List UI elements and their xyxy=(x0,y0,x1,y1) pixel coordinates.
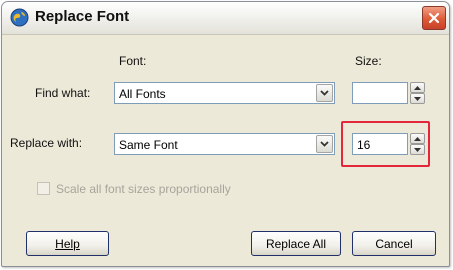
find-what-label: Find what: xyxy=(35,86,91,100)
find-size-spinner[interactable] xyxy=(410,82,425,104)
find-font-dropdown-button[interactable] xyxy=(316,84,333,102)
find-font-value: All Fonts xyxy=(119,87,166,101)
font-column-header: Font: xyxy=(119,54,147,68)
help-button-label: Help xyxy=(55,236,80,251)
title-bar[interactable]: Replace Font xyxy=(2,2,449,35)
app-globe-icon xyxy=(10,8,29,27)
spin-up-icon xyxy=(414,85,421,90)
cancel-button-label: Cancel xyxy=(375,236,413,251)
chevron-down-icon xyxy=(320,141,329,147)
replace-font-dropdown-button[interactable] xyxy=(316,135,333,153)
size-highlight-annotation xyxy=(341,121,430,167)
find-font-select[interactable]: All Fonts xyxy=(114,82,335,104)
replace-font-dialog: Replace Font Font: Size: Find what: All … xyxy=(1,1,450,267)
find-size-down-button[interactable] xyxy=(410,93,425,104)
find-size-input[interactable] xyxy=(352,82,408,104)
close-icon xyxy=(428,12,440,24)
close-button[interactable] xyxy=(422,6,446,30)
replace-all-button[interactable]: Replace All xyxy=(251,231,341,256)
size-column-header: Size: xyxy=(355,54,382,68)
replace-with-label: Replace with: xyxy=(10,136,83,150)
scale-sizes-label: Scale all font sizes proportionally xyxy=(56,182,231,196)
spin-down-icon xyxy=(414,96,421,101)
replace-font-select[interactable]: Same Font xyxy=(114,133,335,155)
chevron-down-icon xyxy=(320,90,329,96)
replace-font-value: Same Font xyxy=(119,138,178,152)
dialog-title: Replace Font xyxy=(35,8,130,25)
replace-all-button-label: Replace All xyxy=(265,236,327,251)
find-size-up-button[interactable] xyxy=(410,82,425,93)
help-button[interactable]: Help xyxy=(26,231,109,256)
scale-sizes-checkbox[interactable] xyxy=(37,182,50,195)
cancel-button[interactable]: Cancel xyxy=(352,231,436,256)
